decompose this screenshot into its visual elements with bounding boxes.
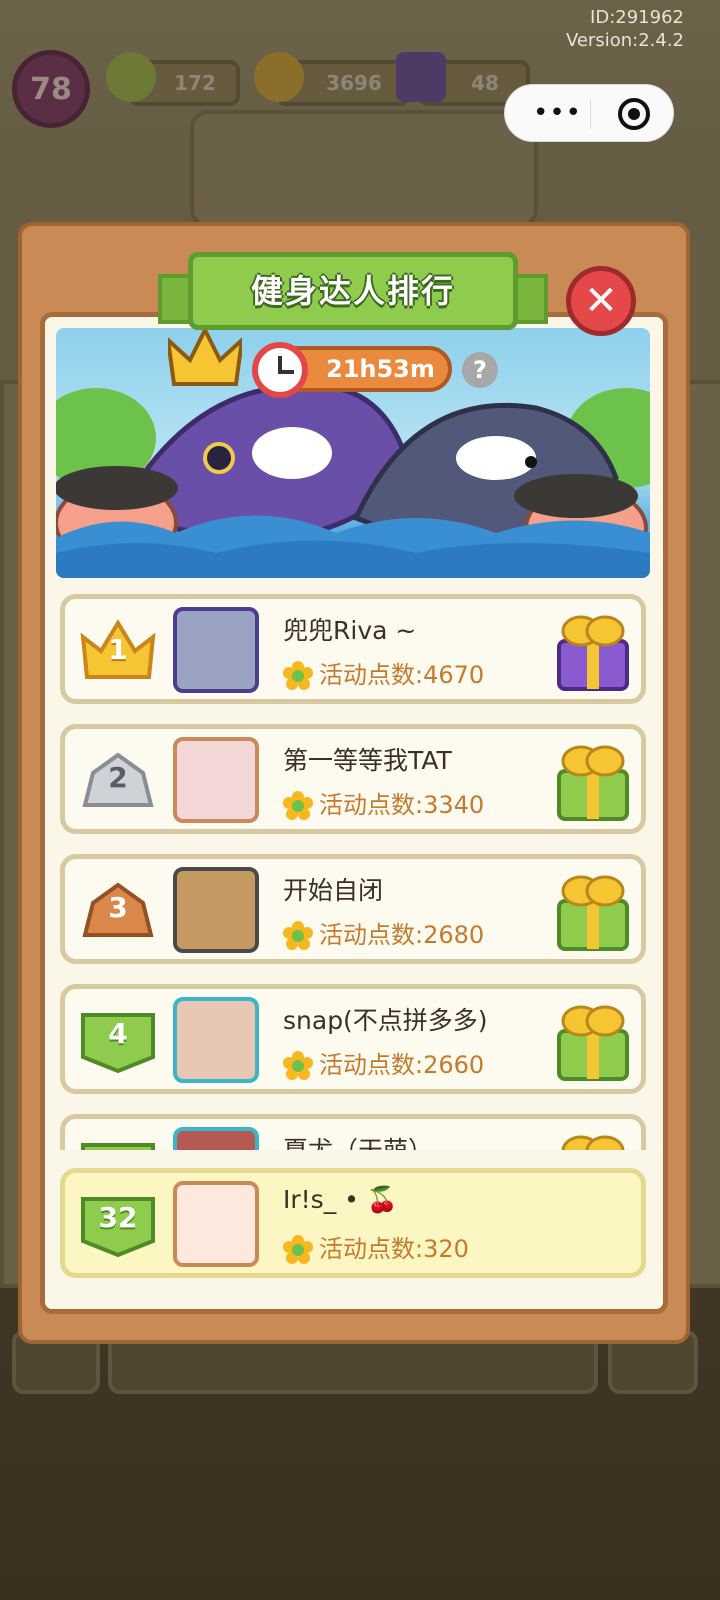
player-score: 活动点数:320 xyxy=(283,1229,469,1265)
background-furniture xyxy=(190,110,538,228)
player-avatar[interactable] xyxy=(173,1127,259,1150)
gem-icon xyxy=(396,52,446,102)
player-name: 夏尤（天萌） xyxy=(283,1131,433,1150)
close-icon: ✕ xyxy=(584,278,618,324)
leaderboard-title: 健身达人排行 xyxy=(250,272,455,310)
my-ranking-row[interactable]: 32 Ir!s_ • 🍒 活动点数:320 xyxy=(60,1168,646,1278)
gem-value: 48 xyxy=(471,71,499,95)
score-text: 活动点数:320 xyxy=(319,1235,469,1263)
coin-value: 3696 xyxy=(326,71,382,95)
player-avatar[interactable] xyxy=(173,1181,259,1267)
flower-icon xyxy=(283,921,313,950)
build-info: ID:291962 Version:2.4.2 xyxy=(566,6,684,52)
version-label: Version:2.4.2 xyxy=(565,30,684,51)
ranking-row-5[interactable]: 夏尤（天萌） xyxy=(60,1114,646,1150)
score-text: 活动点数:4670 xyxy=(319,661,485,689)
close-button[interactable]: ✕ xyxy=(566,266,636,336)
player-avatar[interactable] xyxy=(173,997,259,1083)
purple-gift-icon[interactable] xyxy=(553,607,633,693)
ranking-row-3[interactable]: 3 开始自闭 活动点数:2680 xyxy=(60,854,646,964)
player-name: 兜兜Riva ~ xyxy=(283,616,417,645)
score-text: 活动点数:2660 xyxy=(319,1051,485,1079)
flower-icon xyxy=(283,1051,313,1080)
coin-icon xyxy=(254,52,304,102)
player-name: 开始自闭 xyxy=(283,876,384,905)
help-icon: ? xyxy=(473,356,487,384)
player-score: 活动点数:2680 xyxy=(283,915,484,951)
ranking-list[interactable]: 1 兜兜Riva ~ 活动点数:4670 2 第一等等我TAT 活动点数:334… xyxy=(56,590,652,1150)
miniprogram-capsule: ••• xyxy=(504,84,674,142)
energy-icon xyxy=(106,52,156,102)
rank-number: 3 xyxy=(108,891,128,924)
ranking-row-2[interactable]: 2 第一等等我TAT 活动点数:3340 xyxy=(60,724,646,834)
rank-number: 32 xyxy=(98,1201,138,1234)
green-rank-icon xyxy=(81,1143,155,1150)
player-score: 活动点数:4670 xyxy=(283,655,484,691)
ranking-row-4[interactable]: 4 snap(不点拼多多) 活动点数:2660 xyxy=(60,984,646,1094)
crown-icon xyxy=(168,330,242,386)
green-gift-icon[interactable] xyxy=(553,1127,633,1150)
more-dots-icon[interactable]: ••• xyxy=(533,100,582,126)
player-name: Ir!s_ • 🍒 xyxy=(283,1185,398,1214)
capsule-divider xyxy=(590,99,591,129)
player-avatar[interactable] xyxy=(173,737,259,823)
flower-icon xyxy=(283,1235,313,1264)
score-text: 活动点数:3340 xyxy=(319,791,485,819)
target-icon[interactable] xyxy=(618,98,650,130)
green-gift-icon[interactable] xyxy=(553,997,633,1083)
player-level-badge[interactable]: 78 xyxy=(12,50,90,128)
player-avatar[interactable] xyxy=(173,867,259,953)
player-score: 活动点数:2660 xyxy=(283,1045,484,1081)
help-button[interactable]: ? xyxy=(462,352,498,388)
player-name: snap(不点拼多多) xyxy=(283,1006,488,1035)
player-level: 78 xyxy=(30,71,72,107)
player-score: 活动点数:3340 xyxy=(283,785,484,821)
green-gift-icon[interactable] xyxy=(553,867,633,953)
flower-icon xyxy=(283,791,313,820)
energy-value: 172 xyxy=(174,71,216,95)
ranking-row-1[interactable]: 1 兜兜Riva ~ 活动点数:4670 xyxy=(60,594,646,704)
flower-icon xyxy=(283,661,313,690)
player-avatar[interactable] xyxy=(173,607,259,693)
timer-value: 21h53m xyxy=(326,355,435,383)
player-name: 第一等等我TAT xyxy=(283,746,452,775)
rank-number: 1 xyxy=(108,633,128,666)
green-gift-icon[interactable] xyxy=(553,737,633,823)
user-id: ID:291962 xyxy=(590,7,684,28)
title-ribbon: 健身达人排行 xyxy=(158,252,548,334)
clock-icon xyxy=(252,342,308,398)
score-text: 活动点数:2680 xyxy=(319,921,485,949)
rank-number: 2 xyxy=(108,761,128,794)
rank-number: 4 xyxy=(108,1017,128,1050)
